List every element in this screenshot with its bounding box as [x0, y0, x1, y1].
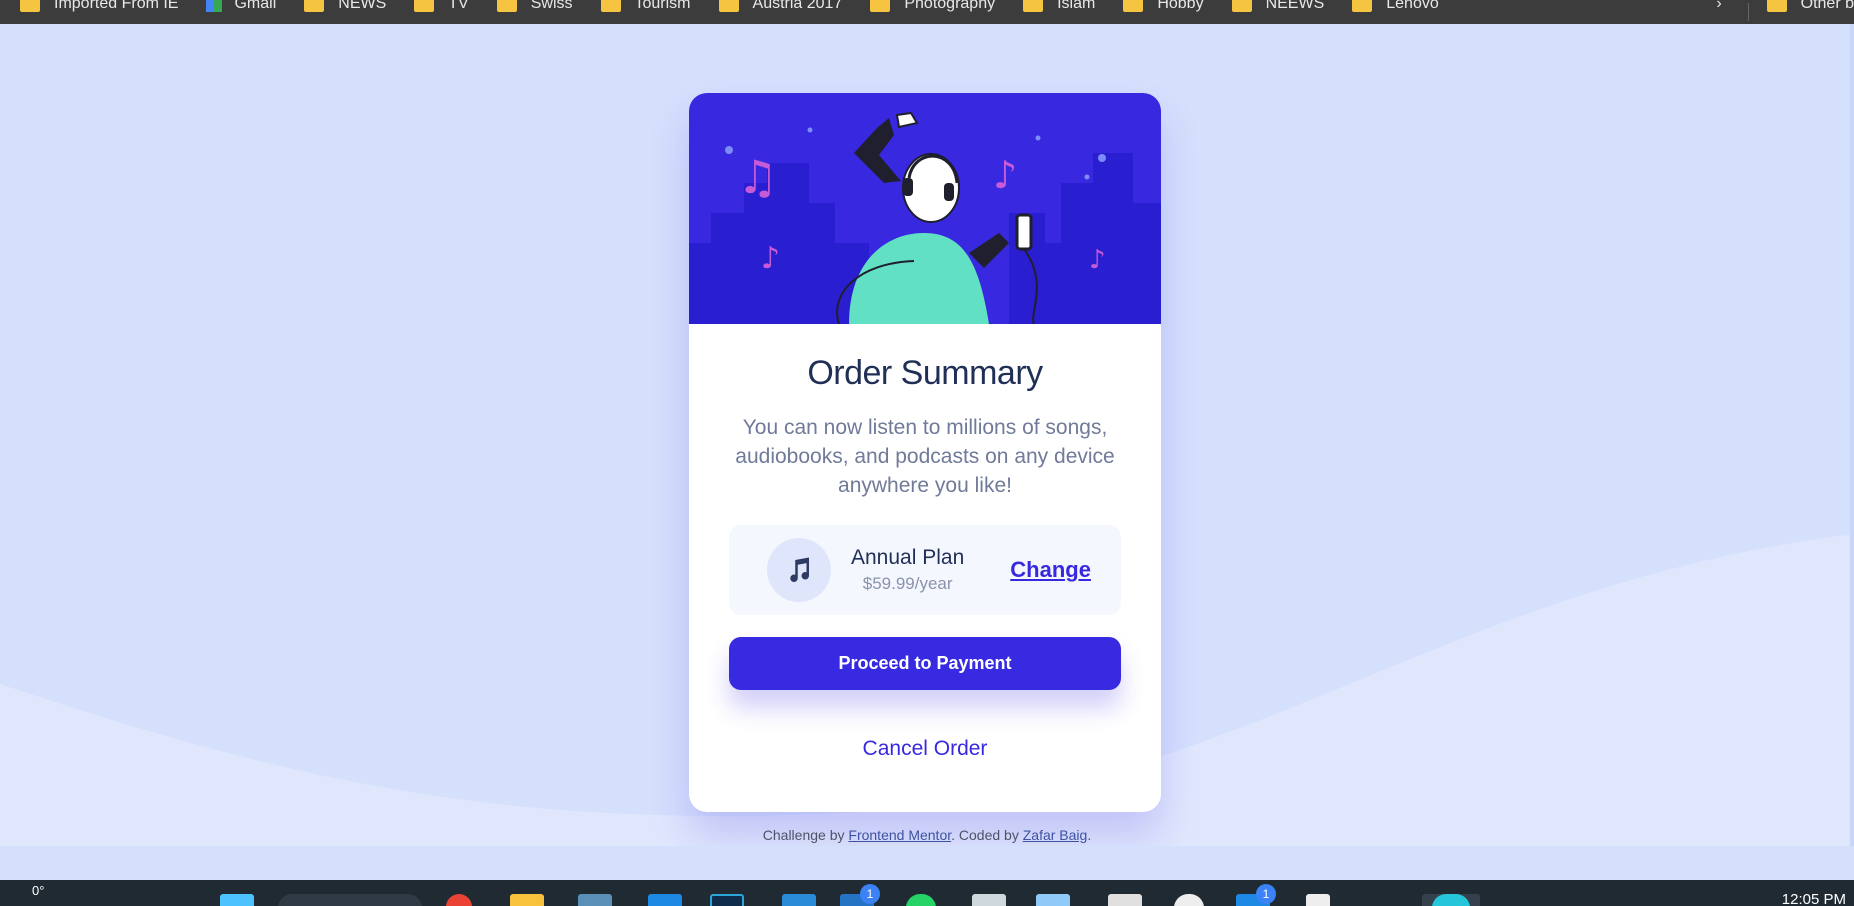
notification-badge: 1 [860, 884, 880, 904]
page-viewport: ♫ ♪ ♪ ♪ Order Summary You can now listen… [0, 24, 1854, 846]
attribution-suffix: . [1087, 827, 1092, 843]
app-icon[interactable] [578, 894, 612, 906]
svg-text:♪: ♪ [761, 241, 780, 276]
bookmark-label: NEWS [338, 0, 387, 12]
card-title: Order Summary [807, 354, 1043, 392]
bookmark-label: Lenovo [1386, 0, 1439, 12]
bookmark-photography[interactable]: Photography [870, 0, 995, 16]
bookmark-neews[interactable]: NEEWS [1231, 0, 1325, 16]
weather-temperature[interactable]: 0° [32, 883, 44, 898]
folder-icon [870, 0, 891, 12]
taskbar: 0° 1 1 12:05 PM [0, 880, 1854, 906]
bookmark-label: NEEWS [1265, 0, 1325, 12]
bookmark-label: Photography [904, 0, 996, 12]
bookmark-label: Tourism [634, 0, 691, 12]
app-icon[interactable] [710, 894, 744, 906]
plan-name: Annual Plan [851, 546, 965, 569]
proceed-to-payment-button[interactable]: Proceed to Payment [729, 637, 1121, 690]
bookmark-label: TV [448, 0, 469, 12]
folder-icon [20, 0, 40, 12]
plan-price: $59.99/year [862, 574, 953, 593]
attribution-prefix: Challenge by [762, 827, 849, 843]
app-icon[interactable] [1432, 894, 1470, 906]
bookmark-tv[interactable]: TV [414, 0, 469, 16]
bookmark-gmail[interactable]: Gmail [206, 0, 276, 16]
author-link[interactable]: Zafar Baig [1023, 827, 1088, 843]
frontend-mentor-link[interactable]: Frontend Mentor [848, 827, 951, 843]
bookmark-lenovo[interactable]: Lenovo [1352, 0, 1439, 16]
folder-icon [1352, 0, 1373, 12]
bookmark-label: Gmail [234, 0, 277, 12]
scrollbar[interactable] [1850, 24, 1854, 846]
bookmark-austria-2017[interactable]: Austria 2017 [718, 0, 843, 16]
hero-illustration: ♫ ♪ ♪ ♪ [689, 93, 1161, 324]
change-plan-link[interactable]: Change [1010, 557, 1091, 583]
attribution: Challenge by Frontend Mentor. Coded by Z… [0, 827, 1854, 843]
vscode-icon[interactable] [782, 894, 816, 906]
folder-icon [1231, 0, 1252, 12]
start-icon[interactable] [220, 894, 254, 906]
file-icon[interactable] [1306, 894, 1330, 906]
bookmark-label: Austria 2017 [752, 0, 843, 12]
plan-info: Annual Plan $59.99/year [851, 546, 964, 594]
bookmark-hobby[interactable]: Hobby [1123, 0, 1204, 16]
notification-badge: 1 [1256, 884, 1276, 904]
attribution-middle: . Coded by [951, 827, 1023, 843]
bookmark-other[interactable]: Other b [1766, 0, 1854, 16]
bookmark-news[interactable]: NEWS [304, 0, 386, 16]
bookmark-label: Hobby [1157, 0, 1204, 12]
bookmark-imported-from-ie[interactable]: Imported From IE [20, 0, 178, 16]
app-icon[interactable] [972, 894, 1006, 906]
bookmarks-right: › Other b [1716, 0, 1854, 24]
svg-text:♪: ♪ [1089, 245, 1106, 275]
bookmark-label: Other b [1800, 0, 1854, 12]
cancel-order-link[interactable]: Cancel Order [689, 737, 1161, 761]
folder-icon [600, 0, 621, 12]
card-description: You can now listen to millions of songs,… [735, 416, 1115, 497]
whatsapp-icon[interactable] [906, 894, 936, 906]
clock[interactable]: 12:05 PM [1782, 891, 1846, 906]
bookmark-label: Swiss [530, 0, 573, 12]
bookmark-label: Islam [1057, 0, 1096, 12]
gmail-icon [206, 0, 223, 12]
folder-icon [1766, 0, 1787, 12]
app-icon[interactable] [1036, 894, 1070, 906]
folder-icon [414, 0, 435, 12]
svg-text:♪: ♪ [993, 153, 1017, 197]
folder-icon [1023, 0, 1044, 12]
order-summary-card: ♫ ♪ ♪ ♪ Order Summary You can now listen… [689, 93, 1161, 812]
folder-icon [718, 0, 739, 12]
bookmark-tourism[interactable]: Tourism [600, 0, 691, 16]
chevron-right-icon[interactable]: › [1716, 0, 1721, 13]
music-note-icon [767, 538, 831, 602]
app-icon[interactable] [648, 894, 682, 906]
search-box[interactable] [278, 894, 422, 906]
bookmark-label: Imported From IE [54, 0, 179, 12]
plan-box: Annual Plan $59.99/year Change [729, 525, 1121, 615]
bookmark-islam[interactable]: Islam [1023, 0, 1095, 16]
folder-icon [1123, 0, 1144, 12]
divider [1747, 3, 1749, 21]
file-explorer-icon[interactable] [510, 894, 544, 906]
folder-icon [304, 0, 325, 12]
bookmark-swiss[interactable]: Swiss [496, 0, 573, 16]
app-icon[interactable] [1174, 894, 1204, 906]
svg-text:♫: ♫ [737, 150, 778, 204]
app-icon[interactable] [1108, 894, 1142, 906]
bookmarks-bar: Imported From IE Gmail NEWS TV Swiss Tou… [0, 0, 1854, 24]
folder-icon [496, 0, 517, 12]
chrome-icon[interactable] [446, 894, 472, 906]
